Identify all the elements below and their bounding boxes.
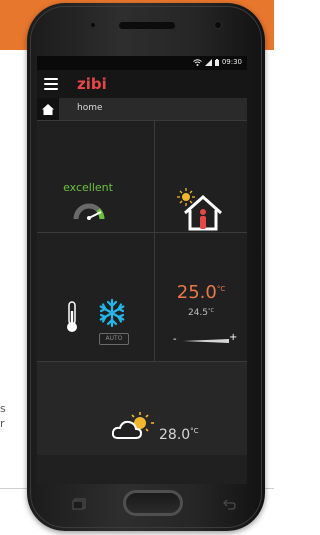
weather-tile[interactable] <box>37 361 247 455</box>
proximity-sensor <box>91 23 95 27</box>
current-temperature: 25.0°C <box>155 282 247 303</box>
temperature-slider[interactable] <box>183 339 229 343</box>
weather-temperature-value: 28.0 <box>159 427 191 443</box>
brand-logo: zibi <box>77 75 107 93</box>
app-bar: zibi <box>37 70 247 98</box>
status-bar: 09:30 <box>37 56 247 70</box>
current-temperature-unit: °C <box>216 285 226 293</box>
app-screen: 09:30 zibi home excellent AUTO 25.0°C 24… <box>37 56 247 484</box>
setpoint-temperature-value: 24.5 <box>187 308 209 318</box>
current-temperature-value: 25.0 <box>176 282 217 303</box>
auto-mode-badge: AUTO <box>99 333 129 345</box>
increase-temperature-button[interactable]: + <box>229 332 237 343</box>
setpoint-temperature: 24.5°C <box>155 308 247 318</box>
status-time: 09:30 <box>221 58 242 66</box>
thermometer-icon <box>67 301 77 332</box>
home-icon[interactable] <box>37 98 59 120</box>
back-icon[interactable] <box>222 498 236 510</box>
climate-mode-tile[interactable] <box>37 233 154 361</box>
breadcrumb-label: home <box>77 103 103 113</box>
hamburger-menu-icon[interactable] <box>44 76 58 92</box>
signal-icon <box>204 58 212 66</box>
breadcrumb: home <box>37 98 247 121</box>
setpoint-temperature-unit: °C <box>208 308 215 314</box>
decrease-temperature-button[interactable]: - <box>173 334 177 345</box>
earpiece-speaker <box>119 22 175 29</box>
background-text-fragment: s <box>0 402 6 415</box>
recent-apps-icon[interactable] <box>72 498 86 510</box>
snowflake-icon <box>99 298 125 328</box>
wifi-icon <box>192 58 202 66</box>
house-sun-person-icon <box>177 188 222 231</box>
background-text-fragment: r <box>0 417 5 430</box>
front-camera <box>215 22 221 28</box>
weather-temperature: 28.0°C <box>159 427 199 443</box>
air-quality-label: excellent <box>63 181 113 194</box>
home-button[interactable] <box>123 490 183 516</box>
hardware-nav-bar <box>37 484 247 524</box>
battery-icon <box>214 58 219 66</box>
gauge-icon <box>73 203 105 220</box>
status-icons: 09:30 <box>192 58 242 66</box>
cloud-sun-icon <box>112 412 154 439</box>
weather-temperature-unit: °C <box>190 427 199 435</box>
